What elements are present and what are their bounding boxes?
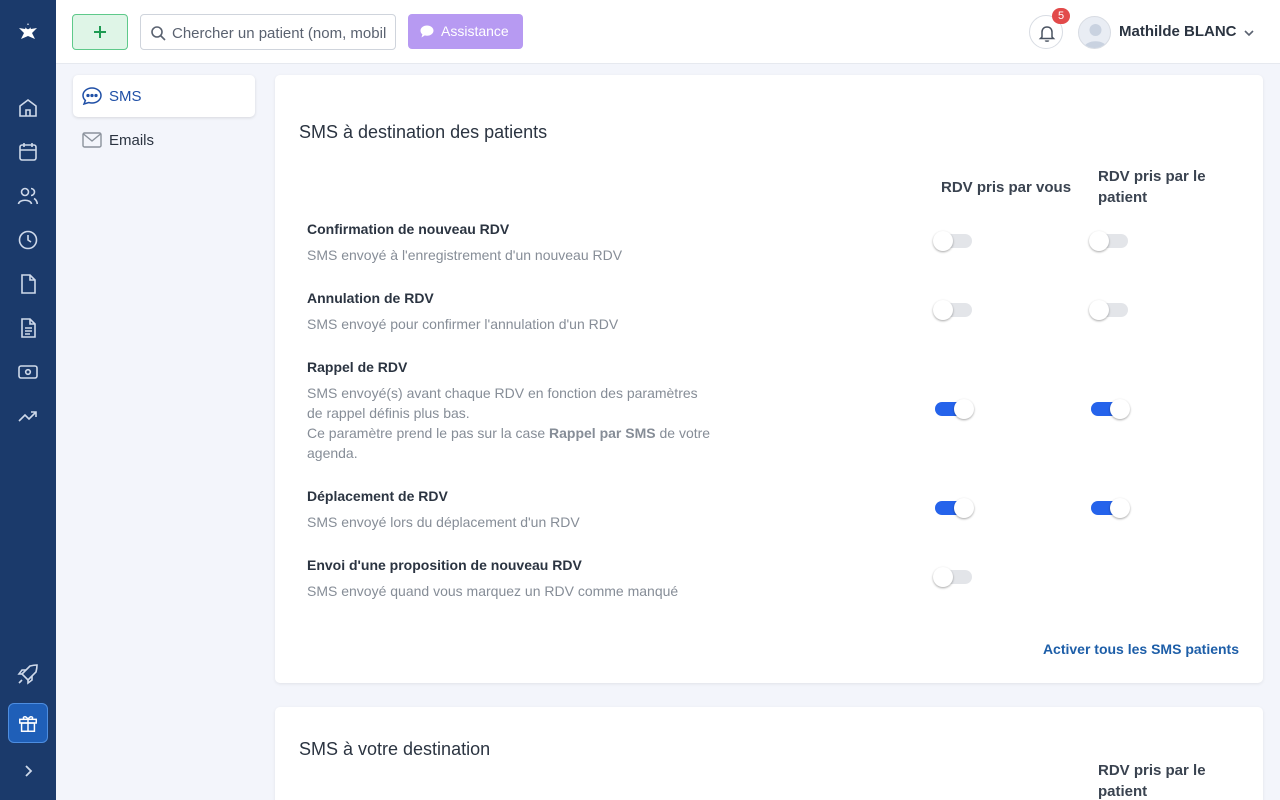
row-description-line: Ce paramètre prend le pas sur la case Ra…: [307, 423, 727, 443]
user-name[interactable]: Mathilde BLANC: [1119, 23, 1237, 40]
plus-icon: [94, 26, 106, 38]
subnav-item-sms[interactable]: SMS: [73, 75, 255, 117]
row-description-text: de votre: [655, 425, 711, 441]
toggle-confirmation-patient[interactable]: [1089, 231, 1130, 251]
row-description: SMS envoyé quand vous marquez un RDV com…: [307, 583, 679, 599]
column-header-you: RDV pris par vous: [941, 179, 1072, 196]
column-header-patient-line1: RDV pris par le: [1098, 762, 1206, 779]
envelope-icon: [82, 132, 102, 148]
card-title: SMS à destination des patients: [299, 122, 548, 142]
document-icon[interactable]: [16, 272, 40, 296]
clock-icon[interactable]: [16, 228, 40, 252]
row-title: Confirmation de nouveau RDV: [307, 221, 510, 237]
expand-sidebar-icon[interactable]: [20, 763, 36, 779]
row-title: Déplacement de RDV: [307, 488, 448, 504]
column-header-patient: RDV pris par le patient: [1098, 166, 1218, 208]
toggle-confirmation-you[interactable]: [933, 231, 974, 251]
toggle-annulation-patient[interactable]: [1089, 300, 1130, 320]
chevron-down-icon[interactable]: [1243, 26, 1255, 38]
column-header-patient-line1: RDV pris par le: [1098, 168, 1206, 185]
row-description-line: SMS envoyé(s) avant chaque RDV en foncti…: [307, 385, 698, 401]
column-header-patient-line2: patient: [1098, 783, 1148, 800]
row-description: SMS envoyé(s) avant chaque RDV en foncti…: [307, 383, 727, 463]
notification-count-badge: 5: [1052, 8, 1070, 24]
sms-bubble-icon: [82, 87, 102, 105]
toggle-annulation-you[interactable]: [933, 300, 974, 320]
search-input[interactable]: [172, 23, 386, 43]
top-bar: Assistance 5 Mathilde BLANC: [56, 0, 1280, 64]
row-description-line: agenda.: [307, 445, 358, 461]
chat-bubble-icon: [420, 25, 434, 38]
bell-icon: [1038, 26, 1056, 42]
toggle-rappel-patient[interactable]: [1091, 399, 1131, 419]
billing-icon[interactable]: [16, 360, 40, 384]
row-title: Envoi d'une proposition de nouveau RDV: [307, 557, 582, 573]
search-icon: [151, 26, 166, 41]
home-icon[interactable]: [16, 96, 40, 120]
subnav-label-sms: SMS: [109, 88, 142, 105]
toggle-rappel-you[interactable]: [935, 399, 975, 419]
file-text-icon[interactable]: [16, 316, 40, 340]
app-logo[interactable]: [16, 20, 40, 44]
calendar-icon[interactable]: [16, 140, 40, 164]
gift-button[interactable]: [8, 703, 48, 743]
subnav-item-emails[interactable]: Emails: [73, 119, 255, 161]
patient-search: [140, 14, 396, 50]
activate-all-sms-link[interactable]: Activer tous les SMS patients: [1043, 641, 1239, 657]
toggle-deplacement-patient[interactable]: [1091, 498, 1131, 518]
row-title: Annulation de RDV: [307, 290, 434, 306]
toggle-proposition-you[interactable]: [933, 567, 974, 587]
toggle-deplacement-you[interactable]: [935, 498, 975, 518]
row-description: SMS envoyé lors du déplacement d'un RDV: [307, 514, 580, 530]
row-description-emphasis: Rappel par SMS: [549, 425, 656, 441]
sms-you-card: SMS à votre destination RDV pris par le …: [275, 707, 1263, 800]
add-button[interactable]: [72, 14, 128, 50]
rocket-icon[interactable]: [16, 662, 40, 686]
column-header-patient-line2: patient: [1098, 189, 1148, 206]
row-description-line: de rappel définis plus bas.: [307, 405, 470, 421]
assistance-label: Assistance: [441, 23, 509, 39]
left-rail: [0, 0, 56, 800]
subnav-label-emails: Emails: [109, 132, 155, 149]
row-description-text: Ce paramètre prend le pas sur la case: [307, 425, 550, 441]
avatar[interactable]: [1078, 16, 1111, 49]
row-description: SMS envoyé pour confirmer l'annulation d…: [307, 316, 619, 332]
gift-icon: [19, 716, 37, 732]
patients-icon[interactable]: [16, 184, 40, 208]
stats-icon[interactable]: [16, 404, 40, 428]
assistance-button[interactable]: Assistance: [408, 14, 523, 49]
card-title: SMS à votre destination: [299, 739, 491, 759]
column-header-patient: RDV pris par le patient: [1098, 760, 1218, 800]
row-description: SMS envoyé à l'enregistrement d'un nouve…: [307, 247, 623, 263]
user-avatar-icon: [1084, 24, 1107, 48]
sms-patients-card: SMS à destination des patients RDV pris …: [275, 75, 1263, 683]
row-title: Rappel de RDV: [307, 359, 408, 375]
